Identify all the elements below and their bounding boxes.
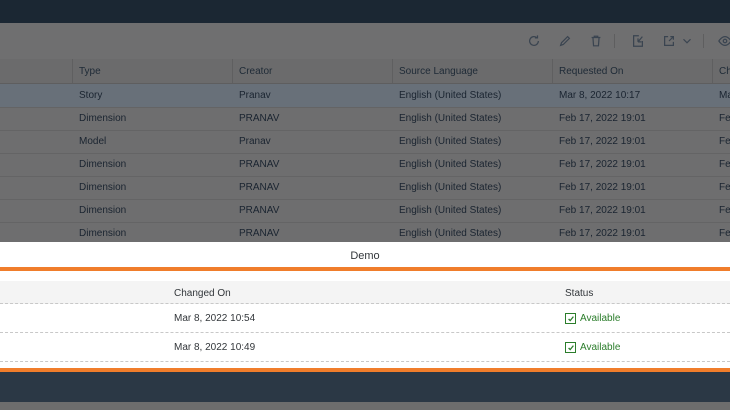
column-header-requested-on[interactable]: Requested On [559, 66, 624, 77]
cell-type: Model [79, 136, 107, 147]
check-icon [565, 342, 576, 353]
check-icon [565, 313, 576, 324]
status-badge: Available [565, 313, 620, 324]
column-header-status[interactable]: Status [565, 288, 593, 299]
cell-source-language: English (United States) [399, 113, 502, 124]
cell-source-language: English (United States) [399, 228, 502, 239]
cell-requested-on: Feb 17, 2022 19:01 [559, 136, 646, 147]
demo-versions-table: Changed On Status Mar 8, 2022 10:54 Avai… [0, 271, 730, 368]
status-text: Available [580, 342, 621, 353]
table-row[interactable]: Dimension PRANAV English (United States)… [0, 153, 730, 177]
cell-changed-on: Mar 8, 2022 10:49 [174, 342, 256, 353]
cell-changed-on: Feb [719, 182, 730, 193]
cell-type: Dimension [79, 113, 127, 124]
table-header: Changed On Status [0, 281, 730, 304]
cell-creator: PRANAV [239, 182, 280, 193]
table-row[interactable]: Dimension PRANAV English (United States)… [0, 222, 730, 242]
cell-creator: Pranav [239, 136, 271, 147]
column-header-changed[interactable]: Ch [719, 66, 730, 77]
cell-requested-on: Feb 17, 2022 19:01 [559, 182, 646, 193]
cell-changed-on: Feb [719, 113, 730, 124]
column-divider [552, 59, 553, 83]
cell-source-language: English (United States) [399, 205, 502, 216]
cell-source-language: English (United States) [399, 159, 502, 170]
table-row[interactable]: Dimension PRANAV English (United States)… [0, 176, 730, 200]
cell-creator: PRANAV [239, 228, 280, 239]
table-header: Type Creator Source Language Requested O… [0, 59, 730, 84]
table-row[interactable]: Mar 8, 2022 10:49 Available [0, 333, 730, 362]
toolbar [0, 23, 730, 59]
table-row[interactable]: Dimension PRANAV English (United States)… [0, 107, 730, 131]
status-badge: Available [565, 342, 620, 353]
table-row[interactable]: Story Pranav English (United States) Mar… [0, 84, 730, 108]
toolbar-separator [614, 34, 615, 48]
column-header-source-language[interactable]: Source Language [399, 66, 478, 77]
column-header-type[interactable]: Type [79, 66, 101, 77]
column-header-creator[interactable]: Creator [239, 66, 272, 77]
table-row[interactable]: Mar 8, 2022 10:54 Available [0, 304, 730, 333]
cell-creator: Pranav [239, 90, 271, 101]
status-text: Available [580, 313, 621, 324]
cell-creator: PRANAV [239, 113, 280, 124]
cell-source-language: English (United States) [399, 90, 502, 101]
cell-requested-on: Mar 8, 2022 10:17 [559, 90, 641, 101]
cell-type: Dimension [79, 182, 127, 193]
cell-changed-on: Ma [719, 90, 730, 101]
dialog-title: Demo [350, 250, 380, 262]
toolbar-separator [703, 34, 704, 48]
cell-source-language: English (United States) [399, 182, 502, 193]
delete-icon[interactable] [587, 32, 605, 50]
cell-type: Story [79, 90, 103, 101]
refresh-icon[interactable] [525, 32, 543, 50]
cell-requested-on: Feb 17, 2022 19:01 [559, 205, 646, 216]
table-row[interactable]: Model Pranav English (United States) Feb… [0, 130, 730, 154]
cell-requested-on: Feb 17, 2022 19:01 [559, 228, 646, 239]
cell-changed-on: Feb [719, 159, 730, 170]
import-icon[interactable] [629, 32, 647, 50]
shell-header [0, 0, 730, 23]
column-divider [72, 59, 73, 83]
cell-type: Dimension [79, 228, 127, 239]
cell-type: Dimension [79, 159, 127, 170]
cell-requested-on: Feb 17, 2022 19:01 [559, 159, 646, 170]
edit-icon[interactable] [556, 32, 574, 50]
cell-creator: PRANAV [239, 159, 280, 170]
column-divider [712, 59, 713, 83]
demo-dialog-header: Demo [0, 242, 730, 267]
chevron-down-icon[interactable] [678, 32, 696, 50]
cell-changed-on: Feb [719, 205, 730, 216]
background-overlay [0, 402, 730, 410]
cell-changed-on: Mar 8, 2022 10:54 [174, 313, 256, 324]
dialog-footer [0, 372, 730, 402]
column-header-changed-on[interactable]: Changed On [174, 288, 231, 299]
cell-source-language: English (United States) [399, 136, 502, 147]
cell-changed-on: Feb [719, 228, 730, 239]
view-icon[interactable] [716, 32, 730, 50]
translation-requests-table: Type Creator Source Language Requested O… [0, 59, 730, 242]
cell-type: Dimension [79, 205, 127, 216]
cell-requested-on: Feb 17, 2022 19:01 [559, 113, 646, 124]
cell-creator: PRANAV [239, 205, 280, 216]
column-divider [392, 59, 393, 83]
column-divider [232, 59, 233, 83]
table-row[interactable]: Dimension PRANAV English (United States)… [0, 199, 730, 223]
cell-changed-on: Feb [719, 136, 730, 147]
export-icon[interactable] [660, 32, 678, 50]
